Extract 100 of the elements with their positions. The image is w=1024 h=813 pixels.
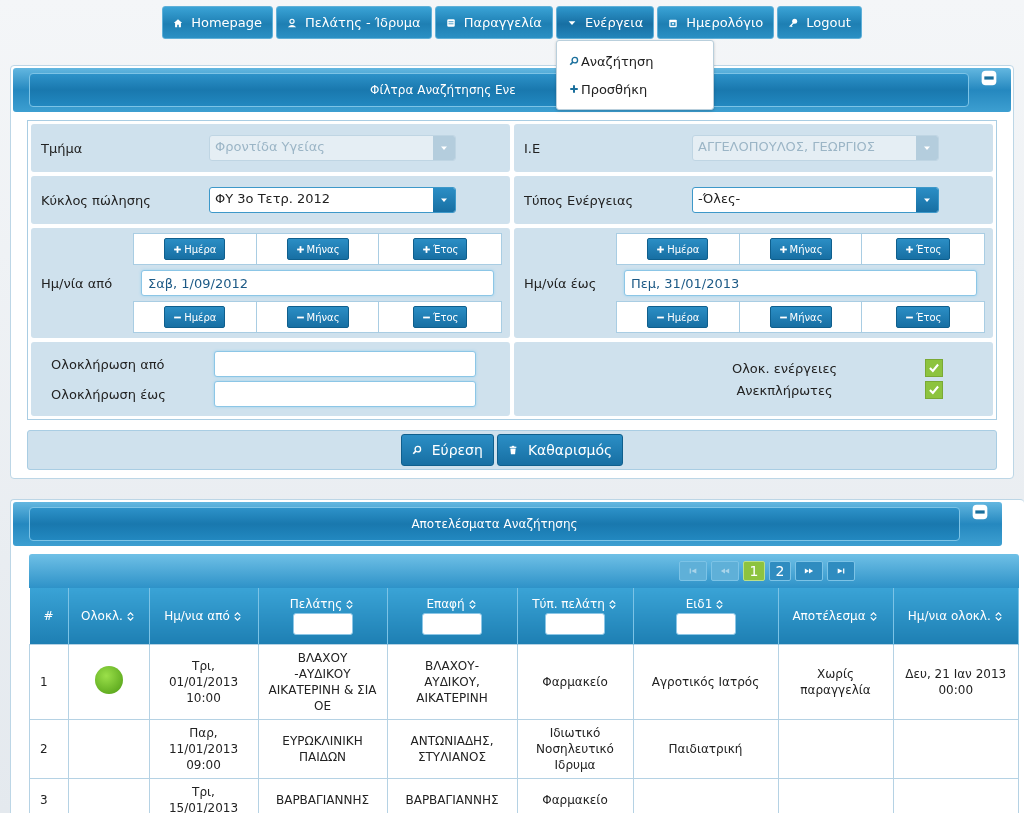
status-dot (94, 666, 123, 694)
decrement-button[interactable]: Ημέρα (647, 306, 709, 328)
table-cell: Χωρίς παραγγελία (800, 667, 871, 697)
table-cell: Παρ, 11/01/2013 09:00 (168, 726, 239, 772)
home-icon (173, 17, 184, 28)
table-cell: Τρι, 15/01/2013 (168, 785, 239, 813)
decrement-button[interactable]: Έτος (412, 306, 468, 328)
table-cell: Τρι, 01/01/2013 10:00 (168, 659, 239, 705)
table-cell: ΒΑΡΒΑΓΙΑΝΝΗΣ (405, 793, 499, 807)
date-field[interactable]: Σαβ, 1/09/2012 (141, 270, 494, 296)
plus-icon (656, 244, 666, 254)
search-icon (568, 56, 579, 66)
table-cell: 3 (40, 793, 48, 807)
field-label: Τμήμα (41, 140, 84, 156)
menu-item[interactable]: Προσθήκη (556, 75, 713, 103)
decrement-button[interactable]: Μήνας (286, 306, 349, 328)
trash-icon (507, 445, 518, 455)
table-cell: ΒΛΑΧΟΥ- ΑΥΔΙΚΟΥ, ΑΙΚΑΤΕΡΙΝΗ (416, 659, 488, 705)
increment-button[interactable]: Ημέρα (164, 238, 226, 260)
checkbox-label: Ανεκπλήρωτες (735, 382, 834, 398)
dropdown-field[interactable]: -Όλες- (692, 187, 939, 213)
minus-icon (972, 504, 988, 520)
decrement-button[interactable]: Μήνας (769, 306, 832, 328)
minus-icon (981, 70, 997, 86)
plus-icon (778, 244, 788, 254)
skip-to-end-icon (836, 566, 846, 576)
nav-button[interactable]: Παραγγελία (434, 6, 553, 39)
checkbox[interactable] (925, 359, 943, 377)
checkmark-icon (927, 383, 941, 397)
increment-button[interactable]: Έτος (895, 238, 951, 260)
filter-field[interactable] (675, 613, 736, 635)
collapse-button[interactable] (972, 504, 988, 520)
key-icon (788, 17, 799, 28)
person-icon (287, 17, 298, 28)
fast-forward-icon (804, 566, 814, 576)
search-icon (411, 445, 422, 455)
skip-to-start-icon (688, 566, 698, 576)
column-header: # (29, 588, 68, 645)
input-field[interactable] (214, 351, 476, 377)
nav-button[interactable]: Logout (777, 6, 862, 39)
clear-button[interactable]: Καθαρισμός (496, 434, 624, 466)
checkbox[interactable] (925, 381, 943, 399)
table-cell: Φαρμακείο (542, 793, 608, 807)
table-cell: Αγροτικός Ιατρός (651, 675, 760, 689)
first-page-button[interactable] (679, 561, 707, 581)
table-cell: Ιδιωτικό Νοσηλευτικό Ιδρυμα (536, 726, 614, 772)
column-header[interactable]: Τύπ. πελάτη (517, 588, 633, 645)
column-header[interactable]: Πελάτης (258, 588, 387, 645)
next-page-button[interactable] (795, 561, 823, 581)
dropdown-field: ΑΓΓΕΛΟΠΟΥΛΟΣ, ΓΕΩΡΓΙΟΣ (692, 135, 939, 161)
menu-item[interactable]: Αναζήτηση (556, 47, 713, 75)
field-label: Ημ/νία έως (523, 275, 598, 291)
nav-button[interactable]: Ημερολόγιο (657, 6, 775, 39)
plus-icon (295, 244, 305, 254)
nav-button[interactable]: Ενέργεια (555, 6, 655, 39)
nav-button[interactable]: Πελάτης - Ίδρυμα (276, 6, 432, 39)
column-header[interactable]: Αποτέλεσμα (778, 588, 893, 645)
field-label: Ολοκλήρωση έως (51, 386, 167, 402)
date-field[interactable]: Πεμ, 31/01/2013 (624, 270, 977, 296)
increment-button[interactable]: Μήνας (769, 238, 832, 260)
list-icon (445, 17, 456, 28)
table-cell: Παιδιατρική (668, 742, 743, 756)
dropdown-field: Φροντίδα Υγείας (209, 135, 456, 161)
increment-button[interactable]: Έτος (412, 238, 468, 260)
table-cell: ΒΛΑΧΟΥ -ΑΥΔΙΚΟΥ ΑΙΚΑΤΕΡΙΝΗ & ΣΙΑ ΟΕ (268, 651, 377, 713)
dropdown-field[interactable]: ΦΥ 3ο Τετρ. 2012 (209, 187, 456, 213)
field-label: Κύκλος πώλησης (41, 192, 152, 208)
filter-field[interactable] (292, 613, 353, 635)
column-header[interactable]: Ημ/νια ολοκλ. (893, 588, 1019, 645)
table-cell: ΑΝΤΩΝΙΑΔΗΣ, ΣΤΥΛΙΑΝΟΣ (410, 734, 494, 764)
filter-field[interactable] (545, 613, 605, 635)
nav-button[interactable]: Homepage (162, 6, 274, 39)
plus-icon (173, 244, 183, 254)
decrement-button[interactable]: Έτος (895, 306, 951, 328)
column-header[interactable]: Ειδ1 (633, 588, 778, 645)
plus-icon (568, 84, 579, 94)
field-label: Ημ/νία από (40, 275, 114, 291)
field-label: Ι.Ε (524, 140, 542, 156)
last-page-button[interactable] (827, 561, 855, 581)
increment-button[interactable]: Ημέρα (647, 238, 709, 260)
table-cell: 2 (40, 742, 48, 756)
collapse-button[interactable] (981, 70, 997, 86)
table-cell: ΕΥΡΩΚΛΙΝΙΚΗ ΠΑΙΔΩΝ (282, 734, 363, 764)
field-label: Ολοκλήρωση από (51, 356, 166, 372)
input-field[interactable] (214, 381, 476, 407)
plus-icon (904, 244, 914, 254)
calendar-icon (668, 17, 679, 28)
increment-button[interactable]: Μήνας (286, 238, 349, 260)
column-header[interactable]: Ημ/νια από (149, 588, 258, 645)
filter-field[interactable] (422, 613, 482, 635)
column-header[interactable]: Ολοκλ. (68, 588, 149, 645)
checkbox-label: Ολοκ. ενέργειες (730, 360, 839, 376)
decrement-button[interactable]: Ημέρα (164, 306, 226, 328)
page-button[interactable]: 2 (769, 561, 791, 581)
search-button[interactable]: Εύρεση (400, 434, 494, 466)
rewind-icon (720, 566, 730, 576)
table-cell: Φαρμακείο (542, 675, 608, 689)
previous-page-button[interactable] (711, 561, 739, 581)
checkmark-icon (927, 361, 941, 375)
column-header[interactable]: Επαφή (387, 588, 517, 645)
